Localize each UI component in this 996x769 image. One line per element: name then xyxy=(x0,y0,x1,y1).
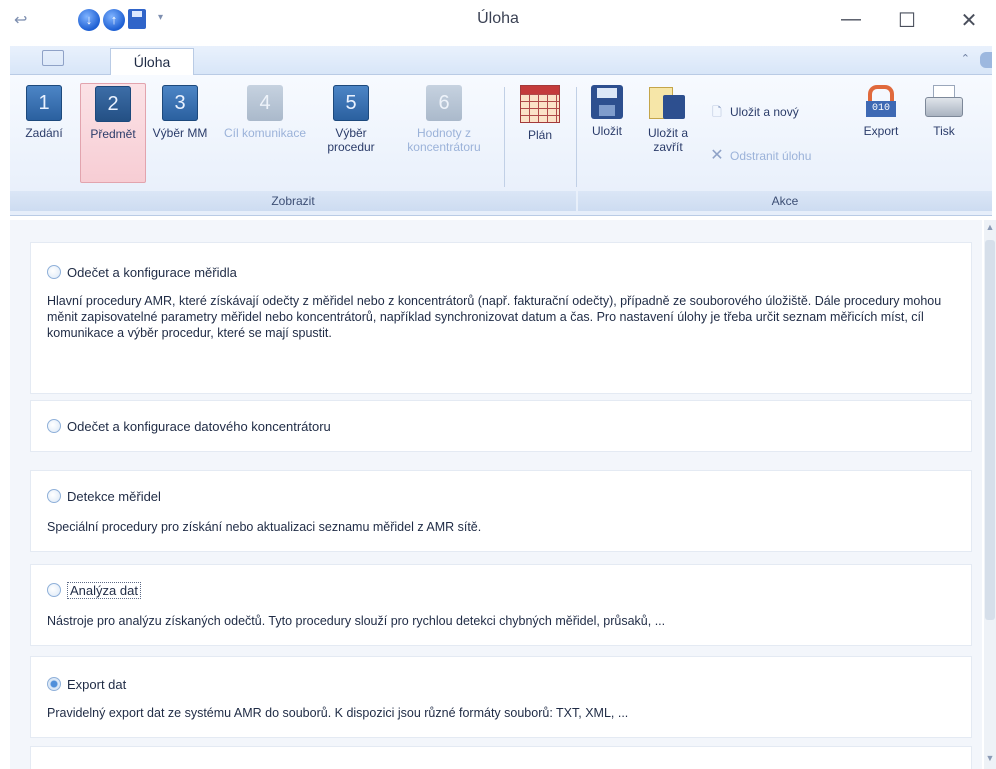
option-concentrator[interactable]: Odečet a konfigurace datového koncentrát… xyxy=(47,419,331,434)
save-and-new-button[interactable]: 🗋 Uložit a nový xyxy=(710,103,799,124)
step-2-label: Předmět xyxy=(90,127,136,141)
step-4-label: Cíl komunikace xyxy=(223,126,307,140)
save-and-close-button[interactable]: Uložit a zavřít xyxy=(638,85,698,154)
plan-button[interactable]: Plán xyxy=(508,85,572,142)
ribbon-separator xyxy=(504,87,505,187)
save-icon xyxy=(591,85,623,119)
ribbon-tabstrip: Úloha ⌃ xyxy=(10,46,992,76)
application-menu-button[interactable] xyxy=(24,50,94,72)
scroll-up-icon[interactable]: ▲ xyxy=(984,222,996,236)
step-3-label: Výběr MM xyxy=(152,126,208,140)
radio-concentrator[interactable] xyxy=(47,419,61,433)
radio-data-export[interactable] xyxy=(47,677,61,691)
title-bar: ↩ ↓ ↑ ▾ Úloha — ☐ ✕ xyxy=(0,0,996,44)
step-6-icon: 6 xyxy=(426,85,462,121)
option-card-data-analysis[interactable]: Analýza dat Nástroje pro analýzu získaný… xyxy=(30,564,972,646)
save-and-close-label: Uložit a zavřít xyxy=(647,126,688,154)
minimize-button[interactable]: — xyxy=(836,8,866,31)
export-button[interactable]: Export xyxy=(852,85,910,138)
option-data-export-label: Export dat xyxy=(67,677,127,692)
ribbon-separator xyxy=(576,87,577,187)
plan-label: Plán xyxy=(527,128,553,142)
step-4-icon: 4 xyxy=(247,85,283,121)
new-document-icon: 🗋 xyxy=(712,105,722,119)
option-card-concentrator[interactable]: Odečet a konfigurace datového koncentrát… xyxy=(30,400,972,452)
option-card-data-export[interactable]: Export dat Pravidelný export dat ze syst… xyxy=(30,656,972,738)
group-label-view: Zobrazit xyxy=(10,191,576,211)
export-label: Export xyxy=(863,124,899,138)
step-3-icon: 3 xyxy=(162,85,198,121)
option-data-export[interactable]: Export dat xyxy=(47,677,126,692)
step-5-icon: 5 xyxy=(333,85,369,121)
step-1-icon: 1 xyxy=(26,85,62,121)
step-6-label: Hodnoty z koncentrátoru xyxy=(407,126,481,154)
option-meter-detection-description: Speciální procedury pro získání nebo akt… xyxy=(47,520,482,534)
maximize-button[interactable]: ☐ xyxy=(892,8,922,33)
radio-meter-detection[interactable] xyxy=(47,489,61,503)
tab-uloha[interactable]: Úloha xyxy=(110,48,194,76)
option-data-analysis-label: Analýza dat xyxy=(67,582,141,599)
printer-icon xyxy=(925,85,963,119)
ribbon: 1 Zadání 2 Předmět 3 Výběr MM 4 Cíl komu… xyxy=(10,75,992,216)
export-icon xyxy=(864,85,898,119)
step-4-button[interactable]: 4 Cíl komunikace xyxy=(216,85,314,140)
save-and-new-label: Uložit a nový xyxy=(730,105,799,119)
print-label: Tisk xyxy=(933,124,955,138)
option-card-meter-reading[interactable]: Odečet a konfigurace měřidla Hlavní proc… xyxy=(30,242,972,394)
scrollbar-thumb[interactable] xyxy=(985,240,995,620)
step-1-label: Zadání xyxy=(25,126,63,140)
option-card-meter-detection[interactable]: Detekce měřidel Speciální procedury pro … xyxy=(30,470,972,552)
save-and-close-icon xyxy=(649,85,687,121)
minimize-ribbon-icon[interactable]: ⌃ xyxy=(961,52,970,65)
task-type-list: Odečet a konfigurace měřidla Hlavní proc… xyxy=(10,220,982,769)
group-label-actions: Akce xyxy=(578,191,992,211)
option-card-partial xyxy=(30,746,972,769)
step-2-button[interactable]: 2 Předmět xyxy=(80,83,146,183)
step-5-button[interactable]: 5 Výběr procedur xyxy=(316,85,386,154)
step-3-button[interactable]: 3 Výběr MM xyxy=(148,85,212,140)
delete-task-button[interactable]: ✕ Odstranit úlohu xyxy=(710,145,811,165)
option-meter-reading-label: Odečet a konfigurace měřidla xyxy=(67,265,237,280)
help-icon[interactable] xyxy=(980,52,992,68)
option-meter-reading-description: Hlavní procedury AMR, které získávají od… xyxy=(47,294,942,340)
option-meter-detection[interactable]: Detekce měřidel xyxy=(47,489,161,504)
step-5-label: Výběr procedur xyxy=(327,126,375,154)
print-button[interactable]: Tisk xyxy=(916,85,972,138)
save-button[interactable]: Uložit xyxy=(580,85,634,138)
calendar-icon xyxy=(520,85,560,123)
panel-toggle-icon xyxy=(42,50,64,66)
option-data-analysis[interactable]: Analýza dat xyxy=(47,582,141,599)
scroll-down-icon[interactable]: ▼ xyxy=(984,753,996,767)
vertical-scrollbar[interactable]: ▲ ▼ xyxy=(984,220,996,769)
close-button[interactable]: ✕ xyxy=(954,8,984,33)
radio-meter-reading[interactable] xyxy=(47,265,61,279)
option-meter-reading[interactable]: Odečet a konfigurace měřidla xyxy=(47,265,237,280)
option-data-export-description: Pravidelný export dat ze systému AMR do … xyxy=(47,706,629,720)
option-concentrator-label: Odečet a konfigurace datového koncentrát… xyxy=(67,419,331,434)
delete-task-label: Odstranit úlohu xyxy=(730,149,812,163)
step-6-button[interactable]: 6 Hodnoty z koncentrátoru xyxy=(388,85,500,154)
step-1-button[interactable]: 1 Zadání xyxy=(10,85,78,140)
radio-data-analysis[interactable] xyxy=(47,583,61,597)
delete-icon: ✕ xyxy=(710,147,724,164)
option-data-analysis-description: Nástroje pro analýzu získaných odečtů. T… xyxy=(47,614,666,628)
option-meter-detection-label: Detekce měřidel xyxy=(67,489,161,504)
step-2-icon: 2 xyxy=(95,86,131,122)
save-label: Uložit xyxy=(591,124,622,138)
